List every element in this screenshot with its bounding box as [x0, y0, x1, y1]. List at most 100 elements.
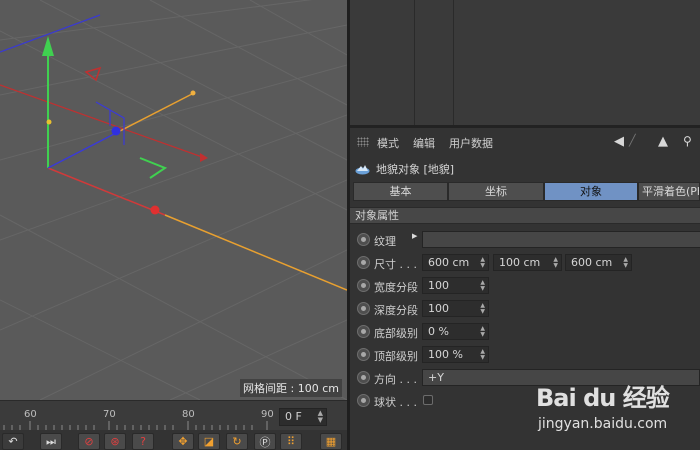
size-z-field[interactable]: 600 cm ▲ ▼: [565, 254, 632, 271]
row-texture: 纹理 ▶: [355, 229, 700, 249]
up-arrow-icon[interactable]: ▲: [658, 134, 668, 149]
help-key-icon[interactable]: ?: [132, 433, 154, 450]
undo-icon[interactable]: ↶: [2, 433, 24, 450]
tab-object[interactable]: 对象: [544, 182, 638, 201]
attribute-tabs: 基本 坐标 对象 平滑着色(Ph: [353, 182, 700, 202]
row-top-level: 顶部级别 100 % ▲ ▼: [355, 344, 700, 364]
bottom-level-label: 底部级别: [374, 327, 418, 340]
timeline-tick-label: 80: [182, 409, 195, 420]
orange-handle-dot[interactable]: [190, 90, 196, 96]
width-segments-field[interactable]: 100 ▲ ▼: [422, 277, 489, 294]
size-y-value: 100 cm: [499, 256, 541, 269]
x-axis-arrow: [200, 153, 208, 162]
y-arrow-icon[interactable]: [42, 36, 54, 56]
timeline-window-icon[interactable]: ▦: [320, 433, 342, 450]
keyframe-radio[interactable]: [357, 325, 370, 338]
search-icon[interactable]: ⚲: [683, 134, 692, 148]
object-manager-panel[interactable]: [350, 0, 700, 128]
baidu-watermark: Bai du 经验 jingyan.baidu.com: [530, 372, 700, 450]
spin-arrows-icon[interactable]: ▲ ▼: [318, 410, 323, 424]
menu-mode[interactable]: 模式: [377, 135, 399, 151]
depth-segments-value: 100: [428, 302, 449, 315]
yellow-handle-dot[interactable]: [46, 119, 52, 125]
size-z-value: 600 cm: [571, 256, 613, 269]
plane-right-edge: [164, 214, 347, 291]
spin-arrows-icon[interactable]: ▲ ▼: [480, 257, 485, 269]
current-frame-value: 0 F: [285, 410, 302, 423]
row-size: 尺寸 . . . 600 cm ▲ ▼ 100 cm ▲ ▼ 600 cm ▲ ▼: [355, 252, 700, 272]
keyframe-radio[interactable]: [357, 256, 370, 269]
keyframe-radio[interactable]: [357, 394, 370, 407]
size-label: 尺寸 . . .: [374, 258, 417, 271]
forward-arrow-icon[interactable]: ╱: [629, 134, 636, 147]
menu-user-data[interactable]: 用户数据: [449, 135, 493, 151]
green-rotation-marker: [139, 157, 168, 179]
record-icon[interactable]: ⊘: [78, 433, 100, 450]
watermark-logo: Bai du 经验: [536, 384, 670, 412]
width-segments-label: 宽度分段: [374, 281, 418, 294]
tab-coord[interactable]: 坐标: [448, 182, 544, 201]
top-level-value: 100 %: [428, 348, 463, 361]
texture-field[interactable]: [422, 231, 700, 248]
transport-bar: ↶ ⏭ ⊘ ⊛ ? ✥ ◪ ↻ Ⓟ ⠿ ▦: [0, 430, 347, 450]
attribute-menubar: 模式 编辑 用户数据 ◀ ╱ ▲ ⚲: [350, 133, 700, 151]
pivot-center[interactable]: [111, 126, 121, 136]
top-level-field[interactable]: 100 % ▲ ▼: [422, 346, 489, 363]
depth-segments-field[interactable]: 100 ▲ ▼: [422, 300, 489, 317]
param-key-icon[interactable]: Ⓟ: [254, 433, 276, 450]
spin-arrows-icon[interactable]: ▲ ▼: [480, 303, 485, 315]
x-handle-dot[interactable]: [150, 205, 160, 215]
spin-arrows-icon[interactable]: ▲ ▼: [623, 257, 628, 269]
size-y-field[interactable]: 100 cm ▲ ▼: [493, 254, 562, 271]
spherical-label: 球状 . . .: [374, 396, 417, 409]
current-frame-field[interactable]: 0 F ▲ ▼: [279, 408, 327, 426]
section-object-properties[interactable]: 对象属性: [350, 207, 700, 224]
size-x-value: 600 cm: [428, 256, 470, 269]
grip-icon[interactable]: [357, 137, 369, 147]
back-arrow-icon[interactable]: ◀: [614, 134, 624, 149]
timeline-ruler[interactable]: 60 70 80 90 0 F ▲ ▼: [0, 400, 347, 431]
depth-segments-label: 深度分段: [374, 304, 418, 317]
spherical-checkbox[interactable]: [423, 395, 433, 405]
keyframe-radio[interactable]: [357, 348, 370, 361]
grid-spacing-label: 网格间距 : 100 cm: [240, 379, 342, 397]
spin-arrows-icon[interactable]: ▲ ▼: [480, 280, 485, 292]
timeline-ticks: [3, 421, 268, 431]
viewport-scene: [0, 0, 347, 400]
bottom-level-field[interactable]: 0 % ▲ ▼: [422, 323, 489, 340]
keyframe-radio[interactable]: [357, 302, 370, 315]
x-axis-line: [0, 84, 206, 159]
keyframe-radio[interactable]: [357, 233, 370, 246]
spin-arrows-icon[interactable]: ▲ ▼: [480, 349, 485, 361]
floor-grid: [0, 0, 347, 400]
bottom-level-value: 0 %: [428, 325, 449, 338]
spin-arrows-icon[interactable]: ▲ ▼: [480, 326, 485, 338]
texture-label: 纹理: [374, 235, 396, 248]
rotate-key-icon[interactable]: ↻: [226, 433, 248, 450]
orange-handle-line[interactable]: [117, 93, 193, 133]
watermark-url: jingyan.baidu.com: [538, 416, 668, 432]
red-rotation-marker: [84, 66, 102, 82]
timeline-tick-label: 90: [261, 409, 274, 420]
row-width-segments: 宽度分段 100 ▲ ▼: [355, 275, 700, 295]
pla-key-icon[interactable]: ⠿: [280, 433, 302, 450]
spin-arrows-icon[interactable]: ▲ ▼: [553, 257, 558, 269]
keyframe-radio[interactable]: [357, 279, 370, 292]
object-header: 地貌对象 [地貌]: [355, 161, 454, 177]
plane-front-edge: [47, 167, 166, 216]
column-divider: [453, 0, 454, 125]
column-divider: [414, 0, 415, 125]
menu-edit[interactable]: 编辑: [413, 135, 435, 151]
move-key-icon[interactable]: ✥: [172, 433, 194, 450]
tab-basic[interactable]: 基本: [353, 182, 448, 201]
tab-phong[interactable]: 平滑着色(Ph: [638, 182, 700, 201]
timeline-tick-label: 60: [24, 409, 37, 420]
skip-end-icon[interactable]: ⏭: [40, 433, 62, 450]
expand-triangle-icon[interactable]: ▶: [412, 232, 417, 240]
3d-viewport[interactable]: 网格间距 : 100 cm: [0, 0, 347, 400]
size-x-field[interactable]: 600 cm ▲ ▼: [422, 254, 489, 271]
auto-key-icon[interactable]: ⊛: [104, 433, 126, 450]
keyframe-radio[interactable]: [357, 371, 370, 384]
scale-key-icon[interactable]: ◪: [198, 433, 220, 450]
row-depth-segments: 深度分段 100 ▲ ▼: [355, 298, 700, 318]
